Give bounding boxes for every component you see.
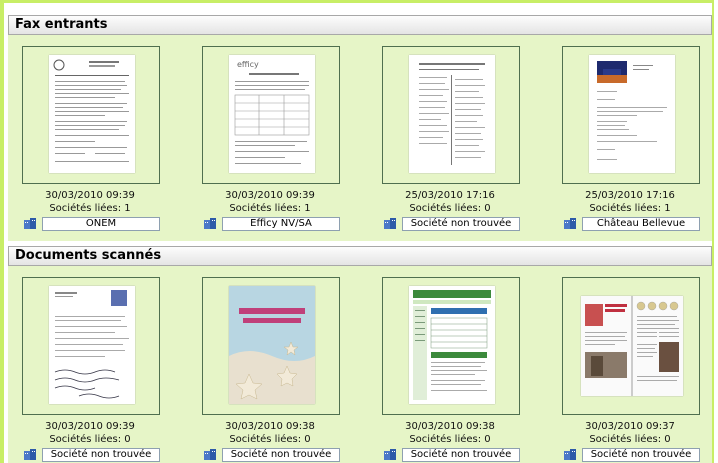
company-building-icon[interactable] [384, 218, 396, 229]
company-row: Société non trouvée [190, 448, 350, 462]
section-body-scans: 30/03/2010 09:39 Sociétés liées: 0 Socié… [8, 266, 712, 463]
document-date: 30/03/2010 09:39 [225, 190, 315, 201]
document-thumbnail[interactable] [22, 277, 160, 415]
company-building-icon[interactable] [204, 218, 216, 229]
fax-page-thumbnail [49, 55, 135, 173]
linked-companies-count: Sociétés liées: 0 [229, 434, 311, 445]
company-building-icon[interactable] [384, 449, 396, 460]
company-building-icon[interactable] [564, 218, 576, 229]
company-field[interactable]: Société non trouvée [582, 448, 700, 462]
scan-page-thumbnail [229, 286, 315, 404]
company-building-icon[interactable] [564, 449, 576, 460]
document-thumbnail[interactable]: efficy [202, 46, 340, 184]
document-thumbnail[interactable] [382, 46, 520, 184]
linked-companies-count: Sociétés liées: 1 [229, 203, 311, 214]
document-date: 25/03/2010 17:16 [405, 190, 495, 201]
scan-page-thumbnail [49, 286, 135, 404]
company-row: Efficy NV/SA [190, 217, 350, 231]
fax-page-thumbnail [409, 55, 495, 173]
scan-page-thumbnail [581, 296, 683, 396]
company-field[interactable]: Société non trouvée [42, 448, 160, 462]
letter-page-thumbnail [589, 55, 675, 173]
linked-companies-count: Sociétés liées: 1 [589, 203, 671, 214]
company-field[interactable]: Efficy NV/SA [222, 217, 340, 231]
section-header-scans: Documents scannés [8, 246, 712, 266]
company-field[interactable]: ONEM [42, 217, 160, 231]
company-field[interactable]: Château Bellevue [582, 217, 700, 231]
section-body-fax: 30/03/2010 09:39 Sociétés liées: 1 ONEM … [8, 35, 712, 241]
linked-companies-count: Sociétés liées: 0 [49, 434, 131, 445]
linked-companies-count: Sociétés liées: 0 [409, 434, 491, 445]
svg-text:efficy: efficy [237, 60, 259, 69]
company-row: ONEM [10, 217, 170, 231]
company-row: Société non trouvée [370, 217, 530, 231]
document-thumbnail[interactable] [382, 277, 520, 415]
company-row: Château Bellevue [550, 217, 710, 231]
document-date: 30/03/2010 09:38 [405, 421, 495, 432]
company-row: Société non trouvée [10, 448, 170, 462]
company-field[interactable]: Société non trouvée [402, 448, 520, 462]
document-thumbnail[interactable] [22, 46, 160, 184]
company-building-icon[interactable] [24, 449, 36, 460]
document-thumbnail[interactable] [562, 46, 700, 184]
company-building-icon[interactable] [24, 218, 36, 229]
fax-page-thumbnail: efficy [229, 55, 315, 173]
linked-companies-count: Sociétés liées: 0 [409, 203, 491, 214]
linked-companies-count: Sociétés liées: 0 [589, 434, 671, 445]
document-date: 30/03/2010 09:37 [585, 421, 675, 432]
company-row: Société non trouvée [370, 448, 530, 462]
company-field[interactable]: Société non trouvée [222, 448, 340, 462]
document-date: 25/03/2010 17:16 [585, 190, 675, 201]
scan-page-thumbnail [409, 286, 495, 404]
document-thumbnail[interactable] [202, 277, 340, 415]
company-field[interactable]: Société non trouvée [402, 217, 520, 231]
section-header-fax: Fax entrants [8, 15, 712, 35]
document-date: 30/03/2010 09:38 [225, 421, 315, 432]
document-date: 30/03/2010 09:39 [45, 190, 135, 201]
company-building-icon[interactable] [204, 449, 216, 460]
document-date: 30/03/2010 09:39 [45, 421, 135, 432]
company-row: Société non trouvée [550, 448, 710, 462]
document-thumbnail[interactable] [562, 277, 700, 415]
linked-companies-count: Sociétés liées: 1 [49, 203, 131, 214]
